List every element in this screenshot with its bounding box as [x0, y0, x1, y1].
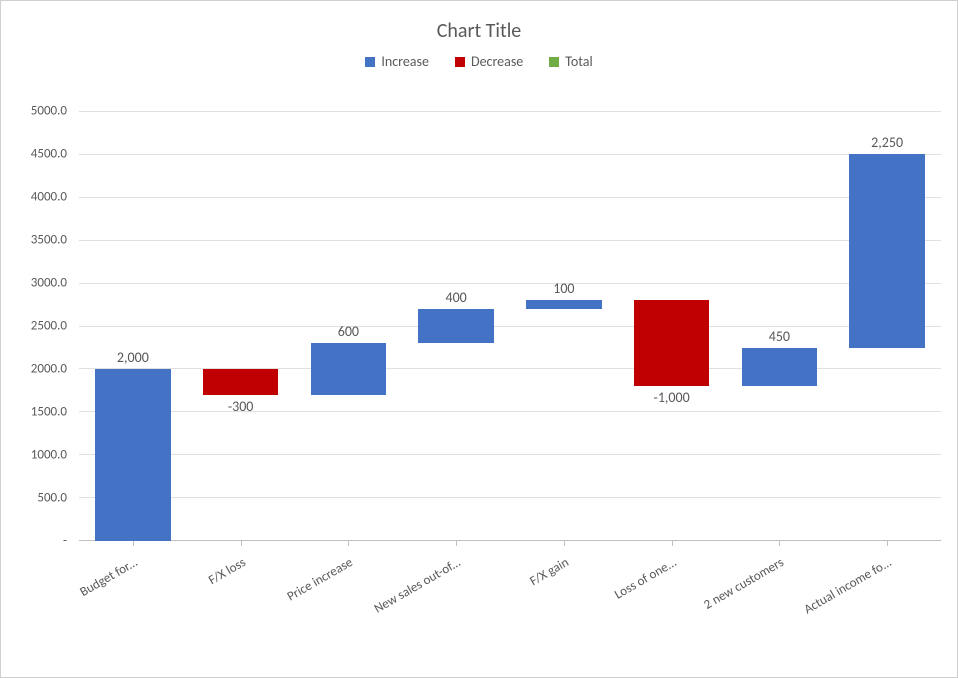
bar-slot: 450 — [726, 111, 834, 541]
legend-label-total: Total — [565, 53, 592, 70]
bar-slot: -1,000 — [618, 111, 726, 541]
legend-swatch-decrease — [455, 57, 465, 67]
x-axis-label: Price increase — [285, 555, 356, 605]
bar-slot: 100 — [510, 111, 618, 541]
bar-slot: 600 — [295, 111, 403, 541]
y-tick: 5000.0 — [31, 104, 67, 119]
y-tick: 500.0 — [37, 491, 67, 506]
bar-data-label: -1,000 — [618, 389, 726, 406]
y-tick: 1000.0 — [31, 448, 67, 463]
bar-data-label: 2,250 — [833, 134, 941, 151]
bar-data-label: 2,000 — [79, 349, 187, 366]
y-axis: - 500.0 1000.0 1500.0 2000.0 2500.0 3000… — [11, 111, 75, 541]
legend-label-decrease: Decrease — [471, 53, 523, 70]
bar-data-label: -300 — [187, 398, 295, 415]
y-tick: 3500.0 — [31, 233, 67, 248]
x-tick — [887, 541, 888, 546]
x-label-slot: Budget for... — [79, 545, 187, 655]
legend-swatch-increase — [365, 57, 375, 67]
y-tick: 3000.0 — [31, 276, 67, 291]
legend-item-total: Total — [549, 53, 592, 70]
y-tick: 1500.0 — [31, 405, 67, 420]
legend-label-increase: Increase — [381, 53, 429, 70]
x-axis: Budget for... F/X loss Price increase New s… — [79, 545, 941, 655]
x-label-slot: New sales out-of... — [402, 545, 510, 655]
bars-wrap: 2,000 -300 600 400100 -1,000 450 2,250 — [79, 111, 941, 541]
x-tick — [348, 541, 349, 546]
bar-data-label: 100 — [510, 280, 618, 297]
bar-data-label: 600 — [295, 323, 403, 340]
legend-item-decrease: Decrease — [455, 53, 523, 70]
x-tick — [779, 541, 780, 546]
x-axis-label: F/X loss — [206, 555, 248, 588]
bar-increase — [526, 300, 601, 309]
bar-increase — [95, 369, 170, 541]
x-label-slot: F/X gain — [510, 545, 618, 655]
x-tick — [456, 541, 457, 546]
legend-item-increase: Increase — [365, 53, 429, 70]
y-tick: - — [63, 534, 67, 549]
chart-title: Chart Title — [1, 1, 957, 53]
chart-container: Chart Title Increase Decrease Total - 50… — [0, 0, 958, 678]
x-tick — [241, 541, 242, 546]
bar-decrease — [634, 300, 709, 386]
x-label-slot: Actual income fo... — [833, 545, 941, 655]
y-tick: 4500.0 — [31, 147, 67, 162]
y-tick: 2500.0 — [31, 319, 67, 334]
bar-slot: 2,000 — [79, 111, 187, 541]
bar-increase — [849, 154, 924, 348]
bar-increase — [418, 309, 493, 343]
plot-wrap: - 500.0 1000.0 1500.0 2000.0 2500.0 3000… — [11, 111, 941, 661]
x-axis-label: Loss of one... — [612, 555, 679, 603]
chart-legend: Increase Decrease Total — [1, 53, 957, 78]
legend-swatch-total — [549, 57, 559, 67]
bar-data-label: 450 — [726, 328, 834, 345]
bar-slot: 400 — [402, 111, 510, 541]
bar-slot: 2,250 — [833, 111, 941, 541]
x-tick — [133, 541, 134, 546]
x-tick — [672, 541, 673, 546]
bar-decrease — [203, 369, 278, 395]
x-tick — [564, 541, 565, 546]
x-label-slot: F/X loss — [187, 545, 295, 655]
y-tick: 2000.0 — [31, 362, 67, 377]
bar-data-label: 400 — [402, 289, 510, 306]
y-tick: 4000.0 — [31, 190, 67, 205]
bar-increase — [311, 343, 386, 395]
bar-slot: -300 — [187, 111, 295, 541]
x-axis-label: Budget for... — [77, 555, 140, 600]
x-axis-label: F/X gain — [527, 555, 571, 589]
bar-increase — [742, 348, 817, 387]
